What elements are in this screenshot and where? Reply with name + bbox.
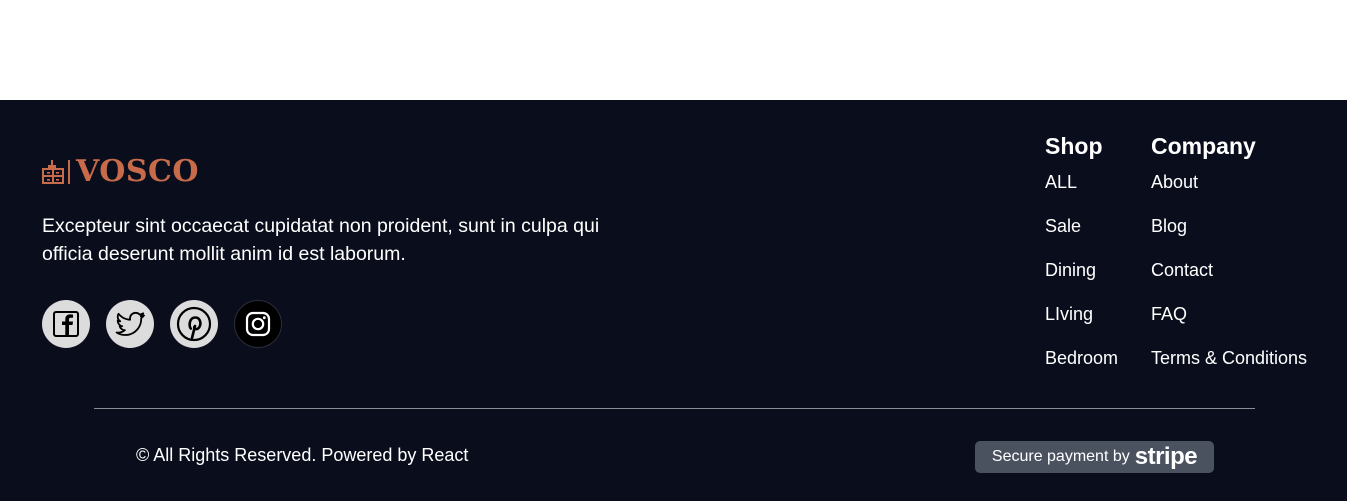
page-top-blank-area [0,0,1347,100]
dresser-icon [42,160,64,184]
company-heading: Company [1151,133,1256,159]
pinterest-icon [176,306,212,342]
company-link-terms[interactable]: Terms & Conditions [1151,348,1307,368]
twitter-link[interactable] [106,300,154,348]
footer-tagline: Excepteur sint occaecat cupidatat non pr… [42,215,600,265]
company-link-faq[interactable]: FAQ [1151,304,1187,324]
company-links: About Blog Contact FAQ Terms & Condition… [1151,170,1307,390]
shop-links: ALL Sale Dining LIving Bedroom [1045,170,1118,390]
facebook-link[interactable] [42,300,90,348]
stripe-payment-badge[interactable]: Secure payment by stripe [975,441,1214,473]
instagram-icon [245,311,271,337]
shop-link-bedroom[interactable]: Bedroom [1045,348,1118,368]
shop-column: Shop ALL Sale Dining LIving Bedroom [1045,132,1118,390]
shop-link-living[interactable]: LIving [1045,304,1093,324]
payment-prefix: Secure payment by [991,448,1130,465]
brand-logo[interactable]: VOSCO [42,156,199,188]
company-column: Company About Blog Contact FAQ Terms & C… [1151,132,1307,390]
brand-divider [68,160,70,184]
site-footer: VOSCO Excepteur sint occaecat cupidatat … [0,100,1347,501]
company-link-contact[interactable]: Contact [1151,260,1213,280]
shop-link-sale[interactable]: Sale [1045,216,1081,236]
pinterest-link[interactable] [170,300,218,348]
company-link-blog[interactable]: Blog [1151,216,1187,236]
footer-divider [94,408,1255,409]
instagram-link[interactable] [234,300,282,348]
shop-link-dining[interactable]: Dining [1045,260,1096,280]
shop-heading: Shop [1045,133,1103,159]
social-links [42,300,282,348]
copyright-text: © All Rights Reserved. Powered by React [136,445,469,465]
brand-name: VOSCO [76,154,200,189]
stripe-logo: stripe [1134,443,1198,470]
twitter-icon [115,311,145,336]
shop-link-all[interactable]: ALL [1045,172,1077,192]
company-link-about[interactable]: About [1151,172,1198,192]
facebook-icon [53,311,79,337]
